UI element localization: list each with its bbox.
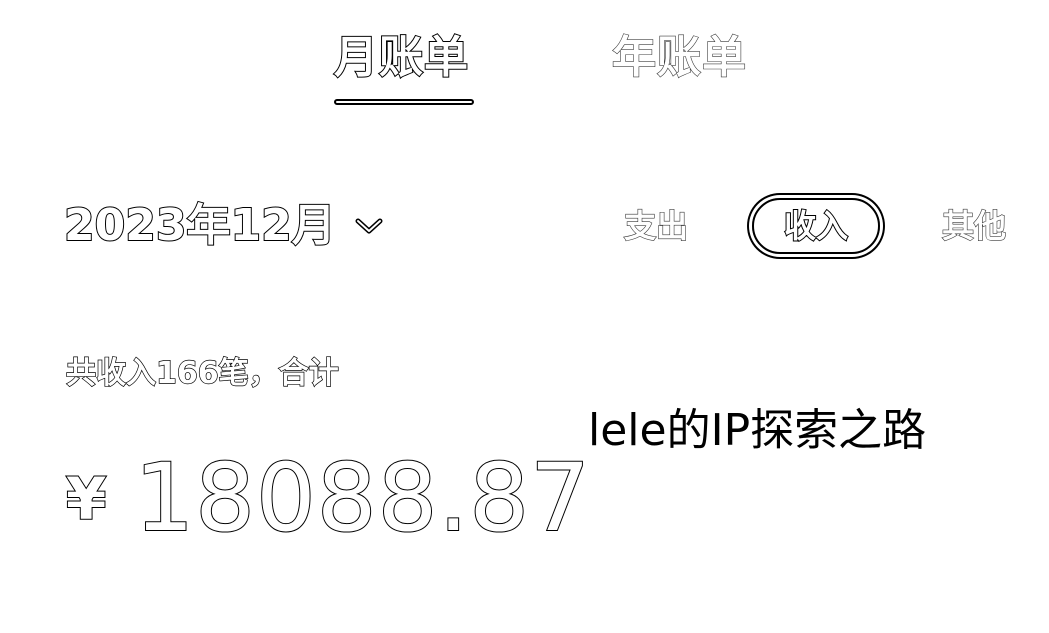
currency-symbol: ¥	[65, 464, 107, 534]
filter-income-button[interactable]: 收入	[752, 198, 880, 254]
period-selector[interactable]: 2023年12月	[63, 196, 384, 256]
filter-bar: 2023年12月 支出 收入 其他	[0, 196, 1049, 260]
chevron-down-icon	[354, 216, 384, 236]
income-summary-text: 共收入166笔，合计	[65, 355, 339, 391]
amount-value: 18088.87	[133, 444, 591, 553]
filter-expense-button[interactable]: 支出	[623, 196, 688, 256]
period-label: 2023年12月	[63, 199, 337, 252]
bill-tabs: 月账单 年账单	[0, 28, 1049, 118]
tab-monthly-bill[interactable]: 月账单	[333, 28, 469, 88]
total-amount: ¥ 18088.87	[65, 444, 591, 554]
active-tab-indicator	[334, 99, 474, 105]
tab-yearly-bill[interactable]: 年账单	[611, 28, 747, 88]
watermark-text: lele的IP探索之路	[588, 405, 927, 456]
filter-income-label: 收入	[783, 206, 849, 246]
filter-other-button[interactable]: 其他	[941, 196, 1006, 256]
